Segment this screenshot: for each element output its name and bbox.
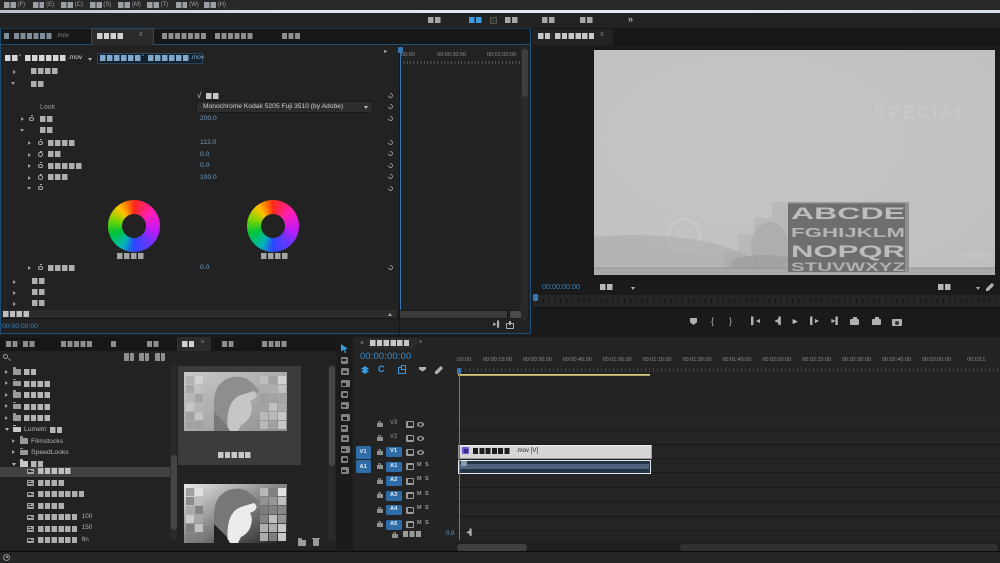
svg-text:NOPQR: NOPQR bbox=[791, 242, 905, 261]
svg-text:ABCDE: ABCDE bbox=[791, 204, 905, 223]
svg-text:STUVWXYZ: STUVWXYZ bbox=[791, 260, 905, 274]
svg-text:163.com: 163.com bbox=[964, 252, 991, 259]
svg-text:FGHIJKLM: FGHIJKLM bbox=[791, 225, 905, 240]
svg-text:SPECIAL: SPECIAL bbox=[874, 103, 969, 122]
